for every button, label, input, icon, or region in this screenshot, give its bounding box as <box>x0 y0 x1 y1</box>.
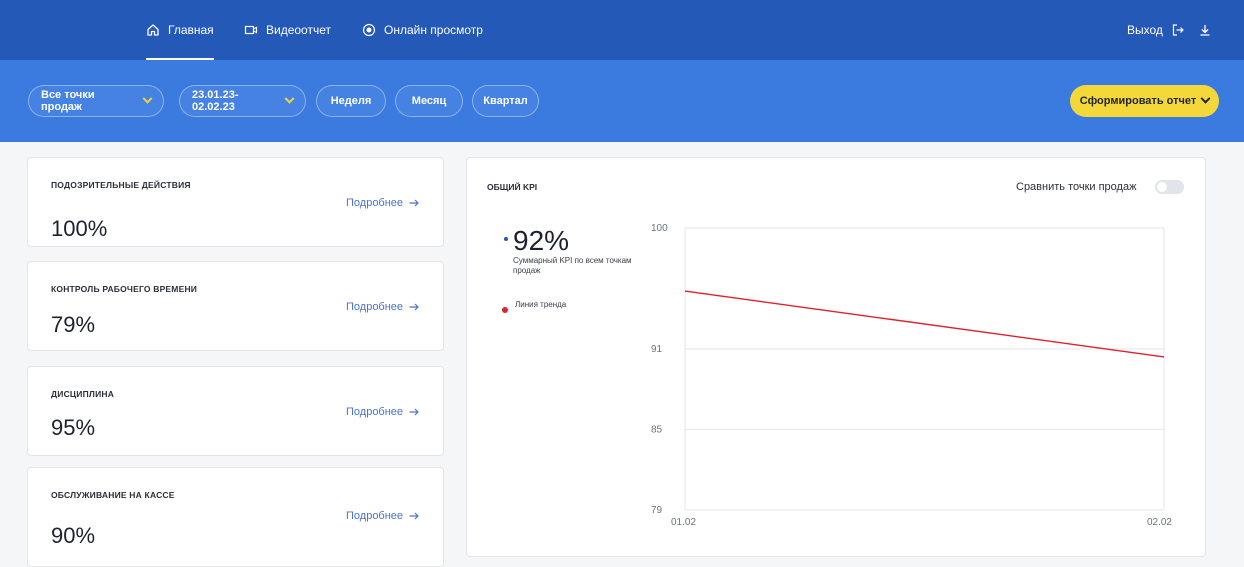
home-icon <box>147 24 159 36</box>
arrow-right-icon <box>409 408 419 416</box>
y-tick-label: 85 <box>651 424 663 435</box>
period-button-label: Месяц <box>411 95 447 107</box>
kpi-card-work-time-control: КОНТРОЛЬ РАБОЧЕГО ВРЕМЕНИ 79% Подробнее <box>27 261 444 351</box>
kpi-card-title: ДИСЦИПЛИНА <box>51 389 115 399</box>
points-dropdown-label: Все точки продаж <box>41 89 95 113</box>
total-kpi-value: 92% <box>513 225 570 256</box>
generate-report-label: Сформировать отчет <box>1079 95 1197 107</box>
y-tick-label: 100 <box>651 223 668 234</box>
live-dot-icon <box>362 23 376 37</box>
logout-button[interactable]: Выход <box>1127 0 1185 60</box>
arrow-right-icon <box>409 199 419 207</box>
kpi-card-suspicious-actions: ПОДОЗРИТЕЛЬНЫЕ ДЕЙСТВИЯ 100% Подробнее <box>27 157 444 247</box>
trend-line-series <box>684 290 1165 358</box>
nav-item-label: Видеоотчет <box>266 23 331 37</box>
period-button-label: Квартал <box>483 95 528 107</box>
details-link-label: Подробнее <box>346 197 404 209</box>
details-link[interactable]: Подробнее <box>346 510 419 522</box>
kpi-card-title: КОНТРОЛЬ РАБОЧЕГО ВРЕМЕНИ <box>51 284 198 294</box>
chevron-down-icon <box>1200 93 1211 104</box>
panel-title: ОБЩИЙ KPI <box>487 182 538 192</box>
logout-icon <box>1172 24 1184 36</box>
kpi-card-value: 79% <box>51 312 96 337</box>
legend-dot-trend <box>502 307 508 313</box>
total-kpi-caption: Суммарный KPI по всем точкам продаж <box>513 256 632 275</box>
details-link-label: Подробнее <box>346 406 404 418</box>
arrow-right-icon <box>409 303 419 311</box>
kpi-card-value: 90% <box>51 523 96 548</box>
kpi-card-checkout-service: ОБСЛУЖИВАНИЕ НА КАССЕ 90% Подробнее <box>27 467 444 567</box>
chevron-down-icon <box>142 93 153 104</box>
x-tick-label: 02.02 <box>1147 517 1172 528</box>
chevron-down-icon <box>284 93 295 104</box>
details-link[interactable]: Подробнее <box>346 406 419 418</box>
logout-label: Выход <box>1127 23 1163 37</box>
video-camera-icon <box>244 25 258 35</box>
details-link[interactable]: Подробнее <box>346 301 419 313</box>
kpi-card-title: ОБСЛУЖИВАНИЕ НА КАССЕ <box>51 490 175 500</box>
legend-dot-total <box>504 237 508 241</box>
nav-item-label: Главная <box>168 23 214 37</box>
period-button-label: Неделя <box>330 95 372 107</box>
top-nav: Главная Видеоотчет Онлайн просмотр Выход <box>0 0 1244 60</box>
nav-item-video-report[interactable]: Видеоотчет <box>244 0 331 60</box>
download-button[interactable] <box>1198 0 1212 60</box>
date-range-label: 23.01.23-02.02.23 <box>192 89 239 113</box>
kpi-card-title: ПОДОЗРИТЕЛЬНЫЕ ДЕЙСТВИЯ <box>51 180 191 190</box>
date-range-dropdown[interactable]: 23.01.23-02.02.23 <box>179 85 306 117</box>
kpi-line-chart: 79 85 91 100 01.02 02.02 <box>651 223 1172 528</box>
y-tick-label: 91 <box>651 344 663 355</box>
period-button-month[interactable]: Месяц <box>395 85 463 117</box>
details-link[interactable]: Подробнее <box>346 197 419 209</box>
legend-label-trend: Линия тренда <box>515 300 567 309</box>
y-tick-label: 79 <box>651 505 663 516</box>
details-link-label: Подробнее <box>346 510 404 522</box>
nav-item-home[interactable]: Главная <box>146 0 214 60</box>
download-icon <box>1200 25 1210 36</box>
generate-report-button[interactable]: Сформировать отчет <box>1070 85 1219 117</box>
period-button-quarter[interactable]: Квартал <box>472 85 539 117</box>
kpi-card-discipline: ДИСЦИПЛИНА 95% Подробнее <box>27 366 444 456</box>
kpi-card-value: 100% <box>51 216 108 241</box>
details-link-label: Подробнее <box>346 301 404 313</box>
toggle-knob <box>1157 182 1167 192</box>
arrow-right-icon <box>409 512 419 520</box>
compare-points-toggle[interactable] <box>1155 180 1184 194</box>
nav-item-label: Онлайн просмотр <box>384 23 483 37</box>
kpi-card-value: 95% <box>51 415 96 440</box>
period-button-week[interactable]: Неделя <box>316 85 386 117</box>
compare-points-label: Сравнить точки продаж <box>1016 181 1137 193</box>
points-dropdown[interactable]: Все точки продаж <box>28 85 164 117</box>
x-tick-label: 01.02 <box>671 517 696 528</box>
nav-item-live-view[interactable]: Онлайн просмотр <box>362 0 483 60</box>
